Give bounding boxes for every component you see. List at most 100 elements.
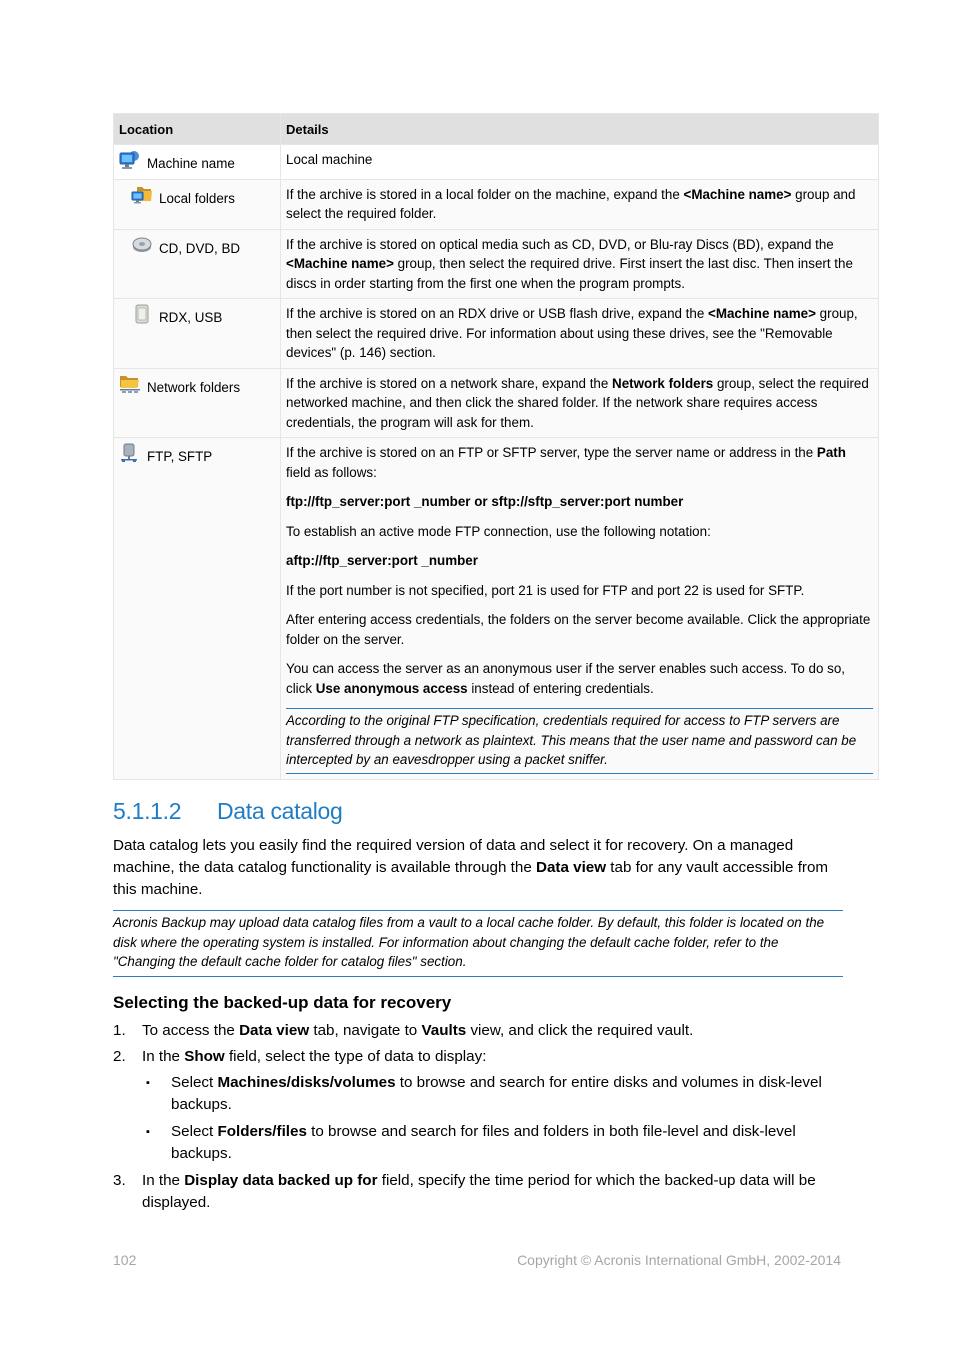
step-number: 3. [113,1172,126,1189]
bold-term: <Machine name> [708,306,816,321]
step-item: 3. In the Display data backed up for fiel… [113,1170,853,1214]
section-title: Data catalog [217,798,343,824]
location-entry: RDX, USB [119,304,275,328]
details-cell: If the archive is stored in a local fold… [280,178,879,230]
location-entry: Local folders [119,185,275,209]
text-run: field, select the type of data to displa… [224,1048,487,1065]
section-heading: 5.1.1.2 Data catalog [113,798,343,825]
text-run: tab, navigate to [309,1022,422,1039]
location-entry: Network folders [119,374,275,398]
details-paragraph: You can access the server as an anonymou… [286,659,873,698]
step-item: 1. To access the Data view tab, navigate … [113,1020,853,1042]
text-run: In the [142,1172,185,1189]
bold-term: Vaults [421,1022,467,1039]
location-label: RDX, USB [159,310,223,325]
bold-term: aftp://ftp_server:port _number [286,553,478,568]
text-run: If the port number is not specified, por… [286,582,805,598]
location-label: Network folders [147,379,241,395]
text-run: According to the original FTP specificat… [286,713,857,767]
bold-term: Data view [536,859,607,876]
bullet-marker-icon: ▪ [146,1077,150,1089]
text-run: If the archive is stored on a network sh… [286,375,613,391]
location-label: Machine name [147,156,235,171]
section-intro: Data catalog lets you easily find the re… [113,835,853,901]
usb-drive-icon [131,304,153,324]
page-content: Location Details Machine name Local machi… [113,113,879,780]
monitor-icon [119,150,141,170]
table-header-row: Location Details [113,113,879,145]
text-run: If the archive is stored in a local fold… [286,186,684,202]
ftp-server-icon [119,443,141,463]
optical-disc-icon [131,235,153,255]
table-row: Local folders If the archive is stored in… [113,178,879,230]
details-paragraph: To establish an active mode FTP connecti… [286,522,873,542]
step-text: To access the Data view tab, navigate to… [142,1022,693,1039]
table-row: Machine name Local machine [113,144,879,180]
step-number: 1. [113,1022,126,1039]
step-item: 2. In the Show field, select the type of … [113,1046,853,1165]
column-header-details: Details [280,113,879,145]
location-entry: CD, DVD, BD [119,235,275,259]
details-paragraph: If the archive is stored on a network sh… [286,374,873,433]
step-text: In the Show field, select the type of da… [142,1048,486,1065]
details-paragraph: Local machine [286,150,873,170]
table-row: FTP, SFTP If the archive is stored on an … [113,437,879,780]
bold-term: Folders/files [217,1123,307,1140]
location-entry: Machine name [119,150,275,174]
note-box: Acronis Backup may upload data catalog f… [113,910,843,977]
details-paragraph: aftp://ftp_server:port _number [286,551,873,571]
table-row: CD, DVD, BD If the archive is stored on o… [113,228,879,299]
text-run: Local machine [286,152,373,167]
copyright: Copyright © Acronis International GmbH, … [517,1252,841,1268]
details-paragraph: If the archive is stored on an FTP or SF… [286,443,873,482]
location-label: FTP, SFTP [147,449,213,464]
location-cell: Local folders [113,178,281,230]
text-run: After entering access credentials, the f… [286,612,871,647]
page-number: 102 [113,1252,137,1268]
location-entry: FTP, SFTP [119,443,275,467]
text-run: If the archive is stored on an FTP or SF… [286,445,817,460]
details-cell: Local machine [280,144,879,180]
location-cell: CD, DVD, BD [113,228,281,299]
bold-term: Data view [239,1022,310,1039]
location-label: Local folders [159,190,235,206]
bullet-item: ▪ Select Folders/files to browse and sear… [142,1121,853,1165]
bold-term: Network folders [612,375,714,391]
bold-term: ftp://ftp_server:port _number or sftp://… [286,494,684,509]
local-folder-icon [131,185,153,205]
step-number: 2. [113,1048,126,1065]
details-cell: If the archive is stored on optical medi… [280,228,879,299]
details-paragraph: After entering access credentials, the f… [286,610,873,649]
location-cell: RDX, USB [113,298,281,369]
bold-term: <Machine name> [683,186,792,202]
table-row: Network folders If the archive is stored … [113,367,879,438]
details-paragraph: If the port number is not specified, por… [286,581,873,601]
bold-term: Show [184,1048,225,1065]
bullet-marker-icon: ▪ [146,1126,150,1138]
column-header-location: Location [113,113,281,145]
text-run: Select [171,1123,218,1140]
text-run: If the archive is stored on optical medi… [286,236,834,252]
location-table: Location Details Machine name Local machi… [113,113,879,780]
text-run: instead of entering credentials. [467,680,654,696]
details-paragraph: If the archive is stored on optical medi… [286,235,873,294]
bullet-list: ▪ Select Machines/disks/volumes to browse… [142,1072,853,1165]
bold-term: Display data backed up for [184,1172,378,1189]
location-cell: FTP, SFTP [113,437,281,780]
text-run: Select [171,1074,218,1091]
step-text: In the Display data backed up for field,… [142,1172,816,1211]
text-run: field as follows: [286,464,377,480]
note-box: According to the original FTP specificat… [286,708,873,774]
location-label: CD, DVD, BD [159,240,241,256]
bold-term: Use anonymous access [315,680,468,696]
details-cell: If the archive is stored on an FTP or SF… [280,437,879,780]
bold-term: <Machine name> [286,256,394,271]
text-run: In the [142,1048,185,1065]
details-paragraph: ftp://ftp_server:port _number or sftp://… [286,492,873,512]
section-number: 5.1.1.2 [113,798,182,824]
details-paragraph: If the archive is stored in a local fold… [286,185,873,224]
location-cell: Machine name [113,144,281,180]
text-run: To establish an active mode FTP connecti… [286,523,711,539]
text-run: view, and click the required vault. [466,1022,694,1039]
bullet-item: ▪ Select Machines/disks/volumes to browse… [142,1072,853,1116]
